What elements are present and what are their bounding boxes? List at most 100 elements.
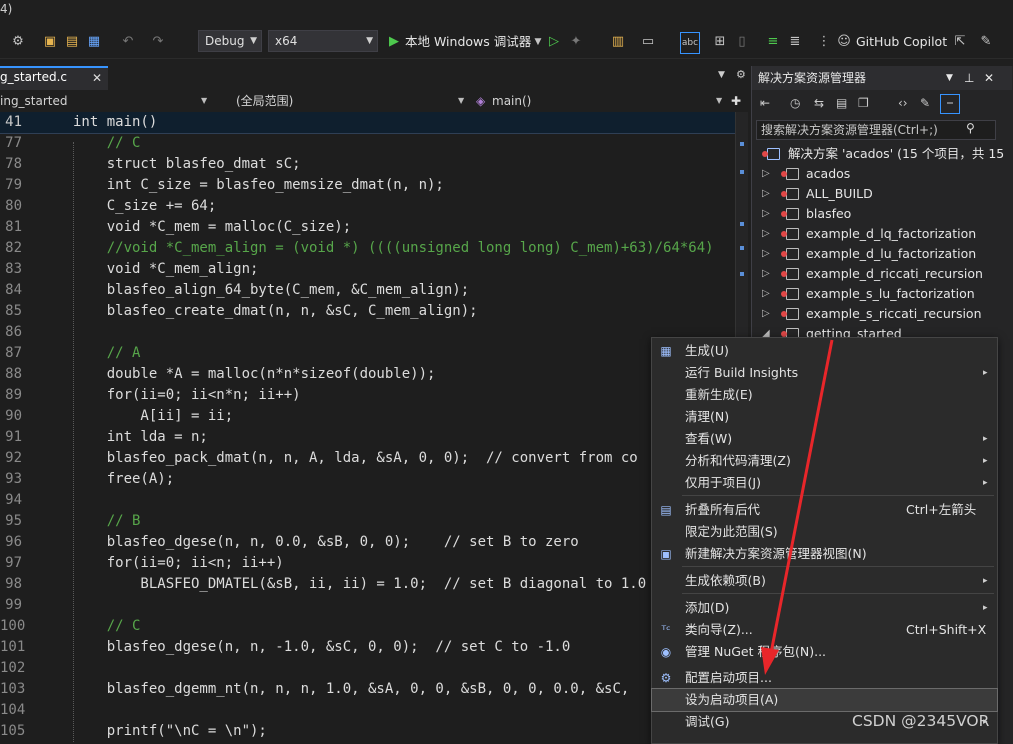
play-icon[interactable]: ▶: [386, 32, 402, 52]
tree-item[interactable]: ▷ ALL_BUILD: [752, 184, 1012, 204]
expand-icon[interactable]: ▷: [762, 244, 770, 264]
new-project-icon[interactable]: ▣: [42, 32, 58, 52]
hot-reload-icon[interactable]: ✦: [568, 32, 584, 52]
code-line[interactable]: 98 BLASFEO_DMATEL(&sB, ii, ii) = 1.0; //…: [0, 574, 735, 595]
back-icon[interactable]: ⇤: [760, 96, 770, 110]
code-line[interactable]: 92 blasfeo_pack_dmat(n, n, A, lda, &sA, …: [0, 448, 735, 469]
menu-item[interactable]: 设为启动项目(A): [651, 688, 998, 712]
expand-icon[interactable]: ▷: [762, 304, 770, 324]
code-line[interactable]: 82 //void *C_mem_align = (void *) ((((un…: [0, 238, 735, 259]
chevron-down-icon[interactable]: ▼: [458, 92, 464, 110]
spellcheck-icon[interactable]: abc: [680, 32, 700, 54]
code-line[interactable]: 86: [0, 322, 735, 343]
split-icon[interactable]: ✚: [731, 92, 741, 110]
tree-item[interactable]: ▷ acados: [752, 164, 1012, 184]
chevron-down-icon[interactable]: ▼: [718, 70, 725, 80]
gear-icon[interactable]: ⚙: [736, 68, 746, 81]
platform-dropdown[interactable]: x64 ▼: [268, 30, 378, 52]
code-line[interactable]: 105 printf("\nC = \n");: [0, 721, 735, 742]
code-line[interactable]: 102: [0, 658, 735, 679]
close-icon[interactable]: ✕: [92, 71, 102, 85]
redo-icon[interactable]: ↷: [150, 32, 166, 52]
code-line[interactable]: 77 // C: [0, 133, 735, 154]
wrench-icon[interactable]: ✎: [920, 96, 930, 110]
more-options-icon[interactable]: ⋮: [816, 32, 832, 52]
code-icon[interactable]: ‹›: [898, 96, 908, 110]
code-line[interactable]: 95 // B: [0, 511, 735, 532]
gear-icon[interactable]: ⚙: [10, 32, 26, 52]
tree-root[interactable]: 解决方案 'acados' (15 个项目，共 15: [752, 144, 1012, 164]
project-dropdown[interactable]: ing_started: [0, 92, 68, 110]
line-number: 94: [5, 492, 22, 508]
expand-icon[interactable]: ▷: [762, 264, 770, 284]
start-without-debug-icon[interactable]: ▷: [546, 32, 562, 52]
save-icon[interactable]: ▦: [86, 32, 102, 52]
code-line[interactable]: 90 A[ii] = ii;: [0, 406, 735, 427]
code-line[interactable]: 85 blasfeo_create_dmat(n, n, &sC, C_mem_…: [0, 301, 735, 322]
tree-item[interactable]: ▷ example_d_lq_factorization: [752, 224, 1012, 244]
code-line[interactable]: 41 int main(): [0, 112, 735, 134]
search-icon[interactable]: ⚲: [966, 121, 975, 135]
chevron-down-icon[interactable]: ▼: [946, 66, 953, 90]
code-line[interactable]: 79 int C_size = blasfeo_memsize_dmat(n, …: [0, 175, 735, 196]
expand-icon[interactable]: ▷: [762, 184, 770, 204]
undo-icon[interactable]: ↶: [120, 32, 136, 52]
code-line[interactable]: 80 C_size += 64;: [0, 196, 735, 217]
member-dropdown[interactable]: main(): [492, 92, 531, 110]
browse-icon[interactable]: ▥: [610, 32, 626, 52]
collapse-icon[interactable]: ▤: [836, 96, 847, 110]
code-line[interactable]: 78 struct blasfeo_dmat sC;: [0, 154, 735, 175]
code-line[interactable]: 91 int lda = n;: [0, 427, 735, 448]
breakpoint-icon[interactable]: ⊞: [712, 32, 728, 52]
expand-icon[interactable]: ▷: [762, 164, 770, 184]
code-line[interactable]: 100 // C: [0, 616, 735, 637]
code-line[interactable]: 87 // A: [0, 343, 735, 364]
feedback-icon[interactable]: ✎: [978, 32, 994, 52]
run-debugger-button[interactable]: 本地 Windows 调试器: [405, 32, 531, 52]
code-line[interactable]: 89 for(ii=0; ii<n*n; ii++): [0, 385, 735, 406]
expand-icon[interactable]: ▷: [762, 284, 770, 304]
copilot-icon[interactable]: ☺: [836, 32, 852, 52]
chevron-down-icon[interactable]: ▼: [201, 92, 207, 110]
expand-icon[interactable]: ▷: [762, 224, 770, 244]
solution-search-input[interactable]: 搜索解决方案资源管理器(Ctrl+;): [756, 120, 996, 140]
expand-icon[interactable]: ▷: [762, 204, 770, 224]
comment-icon[interactable]: ≣: [787, 32, 803, 52]
code-line[interactable]: 83 void *C_mem_align;: [0, 259, 735, 280]
code-line[interactable]: 97 for(ii=0; ii<n; ii++): [0, 553, 735, 574]
tree-item[interactable]: ▷ example_d_lu_factorization: [752, 244, 1012, 264]
scope-dropdown[interactable]: (全局范围): [236, 92, 293, 110]
layout-icon[interactable]: ▭: [640, 32, 656, 52]
code-line[interactable]: 103 blasfeo_dgemm_nt(n, n, n, 1.0, &sA, …: [0, 679, 735, 700]
pin-icon[interactable]: ⊥: [964, 66, 974, 90]
code-line[interactable]: 93 free(A);: [0, 469, 735, 490]
tree-item[interactable]: ▷ example_d_riccati_recursion: [752, 264, 1012, 284]
code-line[interactable]: 99: [0, 595, 735, 616]
tree-item[interactable]: ▷ blasfeo: [752, 204, 1012, 224]
configuration-dropdown[interactable]: Debug ▼: [198, 30, 262, 52]
bookmark-icon[interactable]: ▯: [734, 32, 750, 52]
indent-icon[interactable]: ≡: [765, 32, 781, 52]
close-icon[interactable]: ✕: [984, 66, 994, 90]
code-line[interactable]: 88 double *A = malloc(n*n*sizeof(double)…: [0, 364, 735, 385]
code-line[interactable]: 96 blasfeo_dgese(n, n, 0.0, &sB, 0, 0); …: [0, 532, 735, 553]
chevron-down-icon[interactable]: ▼: [716, 92, 722, 110]
code-line[interactable]: 101 blasfeo_dgese(n, n, -1.0, &sC, 0, 0)…: [0, 637, 735, 658]
code-line[interactable]: 81 void *C_mem = malloc(C_size);: [0, 217, 735, 238]
code-line[interactable]: 104: [0, 700, 735, 721]
code-line[interactable]: 94: [0, 490, 735, 511]
tree-item[interactable]: ▷ example_s_riccati_recursion: [752, 304, 1012, 324]
sync-icon[interactable]: ⇆: [814, 96, 824, 110]
copilot-button[interactable]: GitHub Copilot: [856, 32, 947, 52]
tab-file[interactable]: g_started.c ✕: [0, 66, 108, 90]
open-folder-icon[interactable]: ▤: [64, 32, 80, 52]
chevron-down-icon[interactable]: ▼: [530, 32, 546, 52]
history-icon[interactable]: ◷: [790, 96, 800, 110]
code-editor[interactable]: 41 int main() 77 // C 78 struct blasfeo_dma…: [0, 112, 735, 744]
code-line[interactable]: 84 blasfeo_align_64_byte(C_mem, &C_mem_a…: [0, 280, 735, 301]
preview-icon[interactable]: ⎯: [940, 94, 960, 114]
copy-icon[interactable]: ❐: [858, 96, 869, 110]
project-icon: [781, 168, 799, 180]
share-icon[interactable]: ⇱: [952, 32, 968, 52]
tree-item[interactable]: ▷ example_s_lu_factorization: [752, 284, 1012, 304]
